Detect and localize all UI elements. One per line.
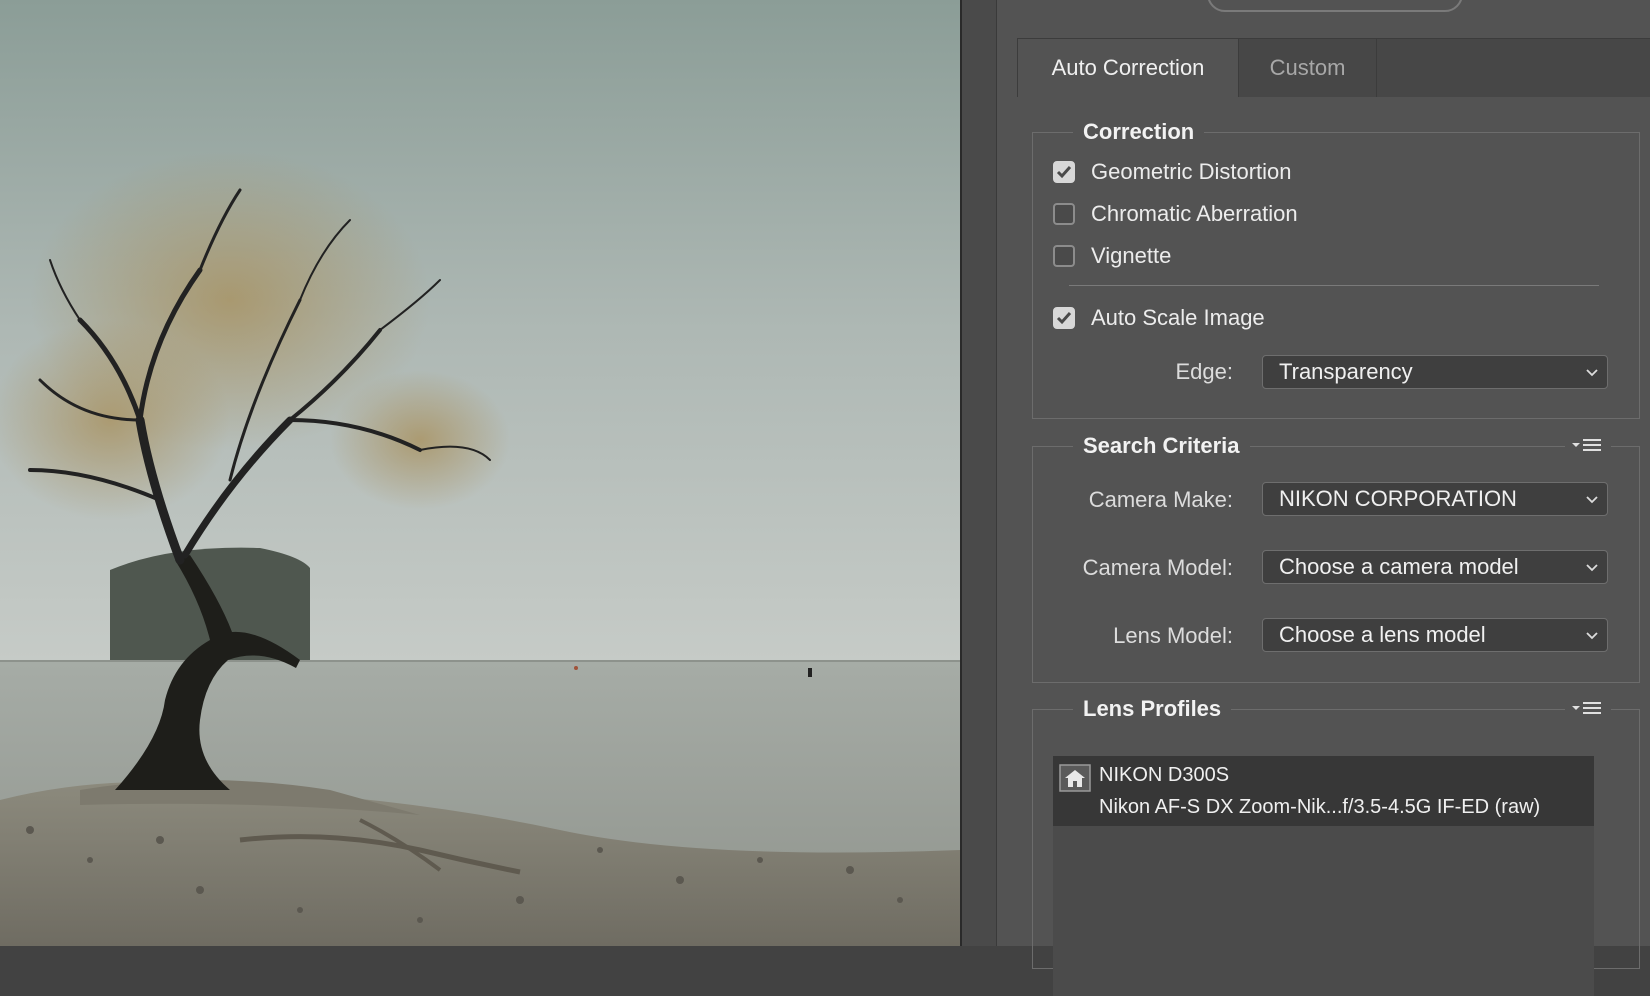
tab-auto-correction[interactable]: Auto Correction — [1017, 39, 1239, 97]
lens-model-value: Choose a lens model — [1279, 622, 1486, 647]
auto-scale-option[interactable]: Auto Scale Image — [1053, 303, 1265, 333]
tab-custom[interactable]: Custom — [1239, 39, 1377, 97]
camera-make-value: NIKON CORPORATION — [1279, 486, 1517, 511]
edge-value: Transparency — [1279, 359, 1413, 384]
geometric-distortion-option[interactable]: Geometric Distortion — [1053, 157, 1292, 187]
chevron-down-icon — [1586, 632, 1598, 640]
correction-title: Correction — [1073, 119, 1205, 145]
lens-profile-item[interactable]: NIKON D300S Nikon AF-S DX Zoom-Nik...f/3… — [1053, 756, 1594, 826]
chevron-down-icon — [1586, 496, 1598, 504]
edge-label: Edge: — [1175, 359, 1234, 384]
chromatic-aberration-label: Chromatic Aberration — [1091, 201, 1298, 226]
lens-profiles-menu[interactable] — [1565, 699, 1611, 719]
camera-model-value: Choose a camera model — [1279, 554, 1519, 579]
chevron-down-icon — [1586, 564, 1598, 572]
camera-make-select[interactable]: NIKON CORPORATION — [1262, 482, 1608, 516]
lens-correction-panel: Auto Correction Custom Correction Geomet… — [997, 0, 1650, 996]
flyout-menu-icon — [1572, 439, 1601, 451]
vignette-checkbox[interactable] — [1053, 245, 1075, 267]
correction-separator — [1069, 285, 1599, 286]
lens-model-select[interactable]: Choose a lens model — [1262, 618, 1608, 652]
edge-select[interactable]: Transparency — [1262, 355, 1608, 389]
profile-camera: NIKON D300S — [1099, 764, 1230, 786]
top-button-partial[interactable] — [1207, 0, 1463, 12]
geometric-distortion-label: Geometric Distortion — [1091, 159, 1292, 184]
search-criteria-group: Search Criteria Camera Make: NIKON CORPO… — [1032, 433, 1640, 683]
camera-model-label: Camera Model: — [1082, 555, 1233, 580]
lens-profile-list[interactable]: NIKON D300S Nikon AF-S DX Zoom-Nik...f/3… — [1053, 756, 1594, 996]
vignette-label: Vignette — [1091, 243, 1172, 268]
geometric-distortion-checkbox[interactable] — [1053, 161, 1075, 183]
camera-make-label: Camera Make: — [1088, 487, 1233, 512]
profile-lens: Nikon AF-S DX Zoom-Nik...f/3.5-4.5G IF-E… — [1099, 796, 1541, 818]
home-icon — [1059, 764, 1091, 792]
chevron-down-icon — [1586, 369, 1598, 377]
checkmark-icon — [1056, 166, 1072, 179]
image-preview[interactable] — [0, 0, 960, 946]
lens-profiles-title: Lens Profiles — [1073, 696, 1232, 722]
auto-scale-checkbox[interactable] — [1053, 307, 1075, 329]
correction-group: Correction Geometric Distortion Chromati… — [1032, 119, 1640, 419]
flyout-menu-icon — [1572, 702, 1601, 714]
search-criteria-title: Search Criteria — [1073, 433, 1250, 459]
checkmark-icon — [1056, 312, 1072, 325]
auto-scale-label: Auto Scale Image — [1091, 305, 1265, 330]
lens-profiles-group: Lens Profiles NIKON D300S Nikon AF-S DX … — [1032, 696, 1640, 996]
lens-model-label: Lens Model: — [1113, 623, 1233, 648]
lone-tree-lake-photo — [0, 0, 960, 946]
vignette-option[interactable]: Vignette — [1053, 241, 1171, 271]
camera-model-select[interactable]: Choose a camera model — [1262, 550, 1608, 584]
search-criteria-menu[interactable] — [1565, 436, 1611, 456]
panel-gutter — [962, 0, 997, 946]
chromatic-aberration-checkbox[interactable] — [1053, 203, 1075, 225]
chromatic-aberration-option[interactable]: Chromatic Aberration — [1053, 199, 1298, 229]
tab-bar: Auto Correction Custom — [1017, 38, 1650, 97]
